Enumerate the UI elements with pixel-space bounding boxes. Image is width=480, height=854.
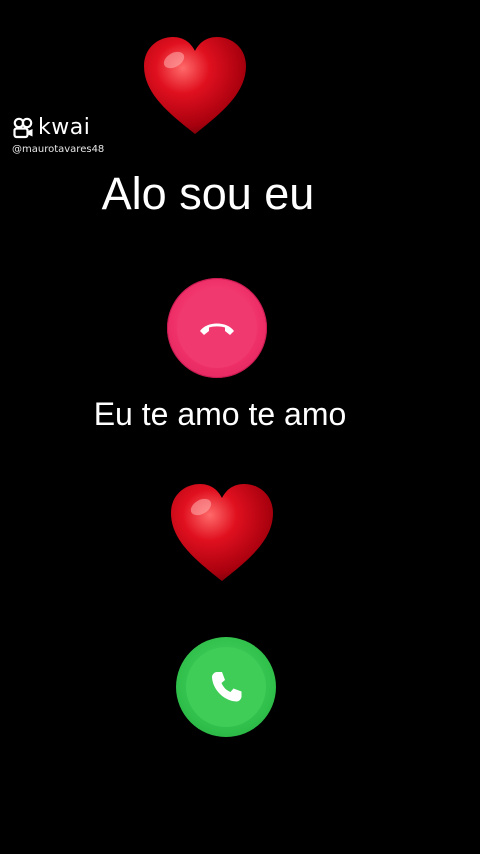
lyric-line-2: Eu te amo te amo	[93, 396, 347, 432]
kwai-brand-text: kwai	[38, 115, 91, 140]
heart-icon	[171, 484, 273, 581]
phone-icon	[212, 672, 242, 702]
decline-call-inner	[177, 288, 257, 368]
heart-icon	[144, 37, 246, 134]
phone-hangup-icon	[200, 323, 234, 335]
lyric-line-1: Alo sou eu	[101, 168, 315, 219]
kwai-user-handle: @maurotavares48	[12, 144, 105, 155]
accept-call-button[interactable]	[176, 637, 276, 737]
decline-call-button[interactable]	[167, 278, 267, 378]
kwai-logo-icon	[13, 117, 33, 139]
kwai-watermark: kwai @maurotavares48	[12, 114, 152, 158]
accept-call-inner	[186, 647, 266, 727]
